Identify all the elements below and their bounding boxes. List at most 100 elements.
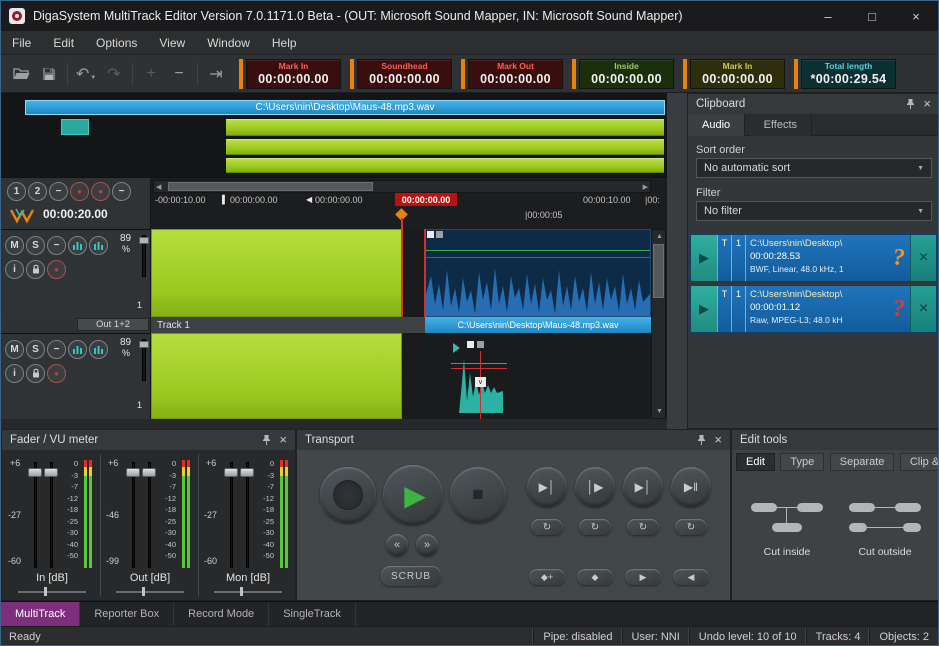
open-file-button[interactable] [7, 60, 35, 88]
fader-slider-track[interactable] [132, 462, 135, 568]
cut-inside-button[interactable]: Cut inside [740, 482, 834, 562]
scroll-right-icon[interactable]: ▶ [643, 183, 648, 191]
loop-1-button[interactable]: ↻ [531, 519, 563, 535]
play-button[interactable]: ▶ [383, 465, 443, 525]
pin-icon[interactable] [697, 434, 706, 446]
clip-handle[interactable] [477, 341, 484, 348]
overview-clip-row4[interactable] [226, 158, 664, 173]
rewind-button[interactable]: « [386, 534, 408, 556]
track1-clip-label-bar[interactable]: C:\Users\nin\Desktop\Maus-48.mp3.wav [425, 317, 651, 333]
track1-meter-button[interactable] [68, 236, 87, 255]
menu-window[interactable]: Window [196, 31, 261, 55]
track-v-scrollbar[interactable]: ▲ ▼ [651, 229, 666, 419]
track1-lock-button[interactable] [26, 260, 45, 279]
track1-solo-button[interactable]: S [26, 236, 45, 255]
redo-button[interactable]: ↷ [100, 60, 128, 88]
track1-clip-green[interactable] [151, 229, 402, 317]
track1-meter2-button[interactable] [89, 236, 108, 255]
scroll-down-icon[interactable]: ▼ [656, 408, 663, 415]
overview-clip-row2[interactable] [226, 119, 664, 136]
next-marker-button[interactable]: ▶ [625, 569, 661, 585]
track2-meter2-button[interactable] [89, 340, 108, 359]
track1-info-button[interactable]: i [5, 260, 24, 279]
sort-order-select[interactable]: No automatic sort ▼ [696, 158, 932, 178]
fader-slider-handle[interactable] [126, 468, 140, 477]
record-button[interactable] [320, 467, 376, 523]
prev-marker-button[interactable]: ◀ [673, 569, 709, 585]
menu-view[interactable]: View [148, 31, 196, 55]
v-scroll-thumb[interactable] [653, 244, 664, 298]
clip-handle[interactable] [427, 231, 434, 238]
clip-marker-box[interactable]: v [475, 377, 486, 387]
track2-record-button[interactable]: ● [47, 364, 66, 383]
scrub-button[interactable]: SCRUB [381, 566, 441, 586]
close-icon[interactable]: × [714, 434, 722, 446]
track2-meter-button[interactable] [68, 340, 87, 359]
track1-gain-slider-handle[interactable] [139, 237, 149, 244]
clipboard-item[interactable]: ▶ T 1 C:\Users\nin\Desktop\ 00:00:28.53 … [690, 234, 937, 282]
tab-audio[interactable]: Audio [688, 114, 745, 136]
tab-clip-in[interactable]: Clip & In [900, 453, 939, 471]
pan-slider-handle[interactable] [240, 587, 243, 596]
overview-clip-row3[interactable] [226, 139, 664, 155]
remove-clip-button[interactable]: × [910, 286, 936, 332]
tab-effects[interactable]: Effects [750, 114, 812, 136]
pan-slider[interactable] [214, 591, 282, 593]
add-marker-button[interactable]: ◆+ [529, 569, 565, 585]
filter-select[interactable]: No filter ▼ [696, 201, 932, 221]
tab-multitrack[interactable]: MultiTrack [1, 602, 80, 626]
menu-edit[interactable]: Edit [42, 31, 85, 55]
pan-slider[interactable] [18, 591, 86, 593]
pan-slider-handle[interactable] [142, 587, 145, 596]
menu-options[interactable]: Options [85, 31, 148, 55]
track2-gain-slider-handle[interactable] [139, 341, 149, 348]
fader-slider-handle[interactable] [240, 468, 254, 477]
loop-3-button[interactable]: ↻ [627, 519, 659, 535]
pan-slider-handle[interactable] [44, 587, 47, 596]
play-to-cursor-button[interactable]: ▶│ [527, 467, 567, 507]
track2-info-button[interactable]: i [5, 364, 24, 383]
fader-slider-track[interactable] [34, 462, 37, 568]
stop-button[interactable]: ■ [450, 467, 506, 523]
goto-marker-pill-button[interactable]: ◆ [577, 569, 613, 585]
track1-record-button[interactable]: ● [47, 260, 66, 279]
close-icon[interactable]: × [279, 434, 287, 446]
scroll-up-icon[interactable]: ▲ [656, 233, 663, 240]
menu-help[interactable]: Help [261, 31, 308, 55]
record-mode-button[interactable]: ● [91, 182, 110, 201]
zoom-in-button[interactable]: + [137, 60, 165, 88]
play-selection-button[interactable]: ▶‖ [671, 467, 711, 507]
fader-slider-track[interactable] [246, 462, 249, 568]
track2-solo-button[interactable]: S [26, 340, 45, 359]
forward-button[interactable]: » [416, 534, 438, 556]
track1-output-button[interactable]: Out 1+2 [77, 318, 149, 331]
tab-record-mode[interactable]: Record Mode [174, 602, 269, 626]
clip-handle[interactable] [467, 341, 474, 348]
tab-edit[interactable]: Edit [736, 453, 775, 471]
track-select-2-button[interactable]: 2 [28, 182, 47, 201]
fader-slider-track[interactable] [148, 462, 151, 568]
pin-icon[interactable] [906, 98, 915, 110]
remove-clip-button[interactable]: × [910, 235, 936, 281]
track1-name-bar[interactable]: Track 1 [151, 317, 425, 333]
overview-clip-master[interactable]: C:\Users\nin\Desktop\Maus-48.mp3.wav [25, 100, 665, 115]
fader-slider-handle[interactable] [28, 468, 42, 477]
play-to-mark-button[interactable]: ▶│ [623, 467, 663, 507]
fader-slider-handle[interactable] [224, 468, 238, 477]
play-clip-button[interactable]: ▶ [691, 286, 717, 332]
loop-2-button[interactable]: ↻ [579, 519, 611, 535]
tab-reporter-box[interactable]: Reporter Box [80, 602, 174, 626]
pin-icon[interactable] [262, 434, 271, 446]
maximize-button[interactable]: □ [850, 1, 894, 31]
track2-clip-green[interactable] [151, 333, 402, 419]
tab-separate[interactable]: Separate [830, 453, 895, 471]
minimize-button[interactable]: – [806, 1, 850, 31]
collapse-button[interactable]: − [49, 182, 68, 201]
track2-lock-button[interactable] [26, 364, 45, 383]
record-arm-button[interactable]: ● [70, 182, 89, 201]
track-select-1-button[interactable]: 1 [7, 182, 26, 201]
tab-singletrack[interactable]: SingleTrack [269, 602, 356, 626]
remove-button[interactable]: − [112, 182, 131, 201]
track2-mute-button[interactable]: M [5, 340, 24, 359]
zoom-out-button[interactable]: − [165, 60, 193, 88]
